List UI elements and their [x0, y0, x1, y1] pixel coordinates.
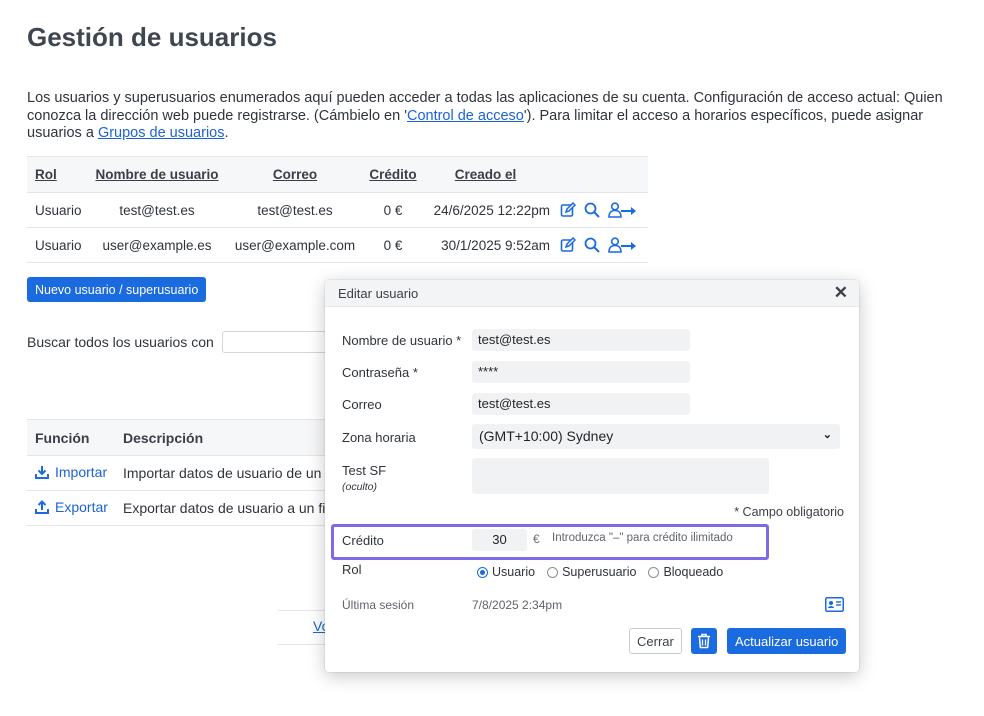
import-link[interactable]: Importar	[35, 464, 107, 480]
users-table: Rol Nombre de usuario Correo Crédito Cre…	[27, 156, 648, 263]
col-header-description: Descripción	[115, 419, 337, 456]
testsf-textarea[interactable]	[472, 458, 769, 494]
cell-description: Importar datos de usuario de un fi	[115, 455, 337, 491]
required-note: * Campo obligatorio	[734, 505, 844, 519]
functions-table: Función Descripción Importar Importar da…	[27, 419, 337, 526]
search-label: Buscar todos los usuarios con	[27, 334, 214, 350]
user-transfer-icon[interactable]	[608, 237, 638, 253]
col-header-username[interactable]: Nombre de usuario	[89, 156, 225, 193]
cell-created: 24/6/2025 12:22pm	[421, 192, 556, 228]
password-label: Contraseña *	[342, 365, 418, 380]
divider	[278, 644, 328, 645]
cell-rol: Usuario	[27, 192, 89, 228]
upload-icon	[35, 500, 49, 514]
last-session-value: 7/8/2025 2:34pm	[472, 598, 563, 612]
table-row: Usuario test@test.es test@test.es 0 € 24…	[27, 192, 648, 228]
close-icon[interactable]: ✕	[834, 283, 848, 303]
cell-credit: 0 €	[365, 227, 421, 263]
user-transfer-icon[interactable]	[608, 202, 638, 218]
search-icon[interactable]	[584, 202, 600, 218]
user-groups-link[interactable]: Grupos de usuarios	[98, 125, 225, 141]
col-header-email[interactable]: Correo	[225, 156, 365, 193]
table-row: Usuario user@example.es user@example.com…	[27, 227, 648, 263]
search-input[interactable]	[222, 331, 332, 353]
update-user-button[interactable]: Actualizar usuario	[727, 628, 847, 654]
testsf-label: Test SF	[342, 463, 387, 478]
email-field[interactable]: test@test.es	[472, 393, 690, 415]
access-control-link[interactable]: Control de acceso	[407, 108, 524, 124]
credit-hint: Introduzca "–" para crédito ilimitado	[552, 532, 733, 544]
cell-username: test@test.es	[89, 192, 225, 228]
cell-credit: 0 €	[365, 192, 421, 228]
export-link[interactable]: Exportar	[35, 499, 108, 515]
col-header-actions	[556, 156, 648, 193]
cell-created: 30/1/2025 9:52am	[421, 227, 556, 263]
divider	[278, 610, 328, 611]
role-label: Rol	[342, 562, 362, 577]
page-title: Gestión de usuarios	[27, 22, 277, 52]
password-field[interactable]: ****	[472, 361, 690, 383]
col-header-credit[interactable]: Crédito	[365, 156, 421, 193]
last-session-label: Última sesión	[342, 598, 415, 612]
role-radio-superusuario[interactable]: Superusuario	[547, 565, 636, 579]
role-radio-usuario[interactable]: Usuario	[477, 565, 535, 579]
modal-header: Editar usuario ✕	[325, 280, 859, 307]
intro-text: Los usuarios y superusuarios enumerados …	[27, 90, 943, 141]
role-radio-group: Usuario Superusuario Bloqueado	[477, 565, 723, 579]
cell-description: Exportar datos de usuario a un fic	[115, 490, 337, 526]
search-icon[interactable]	[584, 237, 600, 253]
col-header-function: Función	[27, 419, 115, 456]
credit-label: Crédito	[342, 533, 384, 548]
cancel-button[interactable]: Cerrar	[629, 628, 682, 654]
username-field[interactable]: test@test.es	[472, 329, 690, 351]
edit-user-modal: Editar usuario ✕ Nombre de usuario * tes…	[325, 280, 859, 672]
cell-email: user@example.com	[225, 227, 365, 263]
timezone-select[interactable]: (GMT+10:00) Sydney ⌄	[472, 424, 840, 449]
timezone-label: Zona horaria	[342, 430, 416, 445]
email-label: Correo	[342, 397, 382, 412]
cell-username: user@example.es	[89, 227, 225, 263]
table-row: Exportar Exportar datos de usuario a un …	[27, 490, 337, 526]
modal-title: Editar usuario	[338, 286, 419, 301]
credit-field[interactable]: 30	[472, 529, 527, 551]
col-header-created[interactable]: Creado el	[421, 156, 556, 193]
delete-button[interactable]	[691, 628, 717, 654]
id-card-icon[interactable]	[825, 597, 844, 617]
col-header-rol[interactable]: Rol	[27, 156, 89, 193]
cell-rol: Usuario	[27, 227, 89, 263]
table-row: Importar Importar datos de usuario de un…	[27, 455, 337, 491]
credit-unit: €	[533, 532, 540, 546]
download-icon	[35, 466, 49, 479]
new-user-button[interactable]: Nuevo usuario / superusuario	[27, 277, 207, 302]
username-label: Nombre de usuario *	[342, 333, 462, 348]
testsf-hidden-note: (oculto)	[342, 481, 378, 493]
edit-icon[interactable]	[560, 202, 576, 218]
edit-icon[interactable]	[560, 237, 576, 253]
role-radio-bloqueado[interactable]: Bloqueado	[648, 565, 723, 579]
trash-icon	[698, 633, 710, 649]
chevron-down-icon: ⌄	[822, 429, 832, 441]
cell-email: test@test.es	[225, 192, 365, 228]
